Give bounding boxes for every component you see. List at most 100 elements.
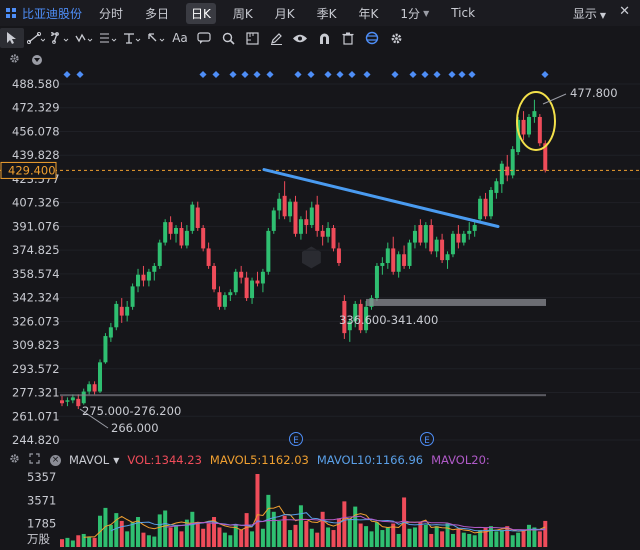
volume-bar[interactable] [190, 511, 195, 547]
candle[interactable] [478, 195, 483, 223]
candle[interactable] [228, 289, 233, 301]
candle[interactable] [429, 219, 434, 255]
candle[interactable] [65, 397, 70, 407]
event-diamond-icon[interactable] [324, 70, 332, 79]
candle[interactable] [136, 268, 141, 293]
tab-yearly-k[interactable]: 年K [354, 3, 384, 24]
candle[interactable] [81, 388, 86, 405]
volume-bar[interactable] [114, 513, 119, 547]
event-marker-1[interactable]: E [289, 432, 303, 447]
volume-bar[interactable] [526, 524, 531, 547]
volume-bar[interactable] [396, 533, 401, 547]
candle[interactable] [499, 160, 504, 193]
volume-bar[interactable] [76, 535, 81, 547]
event-diamond-icon[interactable] [468, 70, 476, 79]
volume-bar[interactable] [543, 520, 548, 547]
volume-bar[interactable] [488, 526, 493, 547]
multi-line-icon[interactable] [48, 32, 72, 44]
candle[interactable] [60, 395, 64, 407]
arrow-tool-icon[interactable] [144, 32, 168, 44]
volume-bar[interactable] [87, 536, 92, 547]
candle[interactable] [434, 236, 439, 258]
candle[interactable] [440, 233, 445, 264]
candle[interactable] [114, 300, 119, 331]
volume-bar[interactable] [499, 530, 504, 547]
candle[interactable] [152, 263, 157, 281]
candle[interactable] [450, 230, 455, 258]
candle[interactable] [98, 359, 103, 394]
volume-bar[interactable] [201, 528, 206, 547]
volume-bar[interactable] [184, 519, 189, 547]
trash-icon[interactable] [336, 32, 360, 45]
candle[interactable] [374, 263, 379, 301]
volume-bar[interactable] [239, 530, 244, 547]
candle[interactable] [206, 242, 211, 269]
volume-bar[interactable] [141, 532, 146, 547]
volume-bar[interactable] [277, 520, 282, 547]
volume-bar[interactable] [374, 522, 379, 547]
candle[interactable] [423, 222, 428, 249]
candle[interactable] [412, 225, 417, 249]
volume-bar[interactable] [282, 515, 287, 547]
candle[interactable] [250, 277, 255, 304]
candle[interactable] [233, 268, 238, 296]
candle[interactable] [532, 99, 537, 123]
candle[interactable] [494, 178, 499, 199]
tab-monthly-k[interactable]: 月K [270, 3, 300, 24]
eye-icon[interactable] [288, 33, 312, 44]
wave-tool-icon[interactable] [72, 32, 96, 44]
candle[interactable] [483, 192, 488, 220]
tab-1min[interactable]: 1分 ▼ [395, 3, 434, 24]
volume-bar[interactable] [385, 527, 390, 547]
comment-icon[interactable] [192, 32, 216, 44]
stock-selector[interactable]: 比亚迪股份 [6, 5, 82, 22]
event-diamond-icon[interactable] [63, 70, 71, 79]
candle[interactable] [244, 271, 249, 301]
candle[interactable] [309, 201, 314, 228]
candle[interactable] [212, 263, 217, 293]
event-diamond-icon[interactable] [199, 70, 207, 79]
volume-bar[interactable] [407, 528, 412, 547]
event-diamond-icon[interactable] [363, 70, 371, 79]
volume-bar[interactable] [353, 506, 358, 547]
candle[interactable] [326, 222, 331, 243]
volume-bar[interactable] [315, 532, 320, 547]
candle[interactable] [130, 283, 135, 310]
volume-bar[interactable] [326, 527, 331, 547]
volume-bar[interactable] [250, 531, 255, 547]
candle[interactable] [190, 201, 195, 234]
candle[interactable] [239, 265, 244, 284]
candle[interactable] [336, 242, 341, 266]
event-diamond-icon[interactable] [541, 70, 549, 79]
fib-tool-icon[interactable] [96, 32, 120, 44]
candle[interactable] [222, 292, 227, 310]
candle[interactable] [103, 333, 108, 364]
event-diamond-icon[interactable] [336, 70, 344, 79]
volume-bar[interactable] [342, 501, 347, 547]
level-tool-icon[interactable] [120, 32, 144, 44]
volume-bar[interactable] [380, 530, 385, 547]
candle[interactable] [418, 219, 423, 246]
trend-line[interactable] [262, 168, 500, 229]
volume-bar[interactable] [206, 523, 211, 547]
sync-icon[interactable] [360, 31, 384, 45]
volume-bar[interactable] [537, 531, 542, 547]
candle[interactable] [288, 198, 293, 223]
candle[interactable] [445, 251, 450, 269]
candle[interactable] [174, 225, 179, 243]
volume-bar[interactable] [472, 535, 477, 547]
mavol-indicator-name[interactable]: MAVOL [69, 453, 109, 467]
candle[interactable] [402, 245, 407, 269]
event-diamond-icon[interactable] [458, 70, 466, 79]
event-diamond-icon[interactable] [409, 70, 417, 79]
volume-bar[interactable] [244, 513, 249, 547]
candle[interactable] [168, 216, 173, 240]
event-diamond-icon[interactable] [307, 70, 315, 79]
event-diamond-icon[interactable] [391, 70, 399, 79]
volume-bar[interactable] [81, 533, 86, 547]
candle[interactable] [331, 225, 336, 252]
volume-bar[interactable] [364, 526, 369, 547]
event-diamond-icon[interactable] [241, 70, 249, 79]
gear-icon[interactable] [384, 32, 408, 45]
line-tool-icon[interactable] [24, 32, 48, 44]
